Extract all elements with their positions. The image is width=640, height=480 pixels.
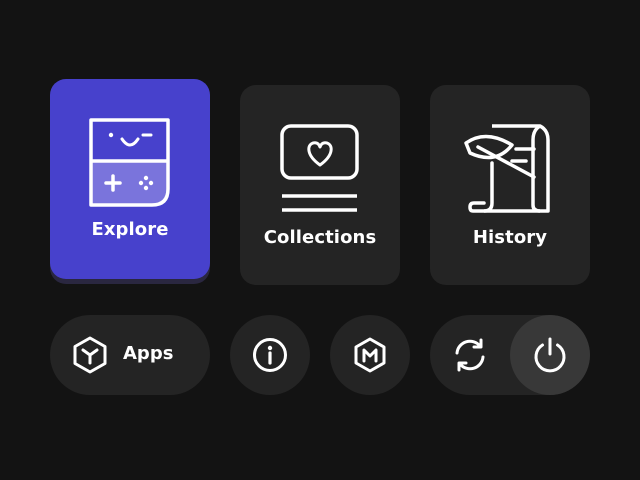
info-icon: [253, 338, 287, 372]
collections-tile[interactable]: Collections: [240, 85, 400, 285]
heart-screen-icon: [280, 124, 359, 212]
game-console-icon: [89, 118, 170, 207]
m-hexagon-icon: [354, 337, 386, 373]
apps-label: Apps: [123, 343, 174, 364]
history-label: History: [472, 227, 548, 248]
sync-power-group: [430, 315, 590, 395]
sync-button[interactable]: [430, 315, 510, 395]
sync-icon: [455, 338, 485, 372]
power-button[interactable]: [510, 315, 590, 395]
apps-button[interactable]: Apps: [50, 315, 210, 395]
scroll-quill-icon: [464, 124, 550, 213]
apps-hexagon-icon: [73, 336, 107, 374]
info-button[interactable]: [230, 315, 310, 395]
explore-label: Explore: [91, 219, 169, 240]
history-tile[interactable]: History: [430, 85, 590, 285]
collections-label: Collections: [263, 227, 377, 248]
explore-tile[interactable]: Explore: [50, 79, 210, 279]
power-icon: [534, 337, 566, 373]
m-menu-button[interactable]: [330, 315, 410, 395]
